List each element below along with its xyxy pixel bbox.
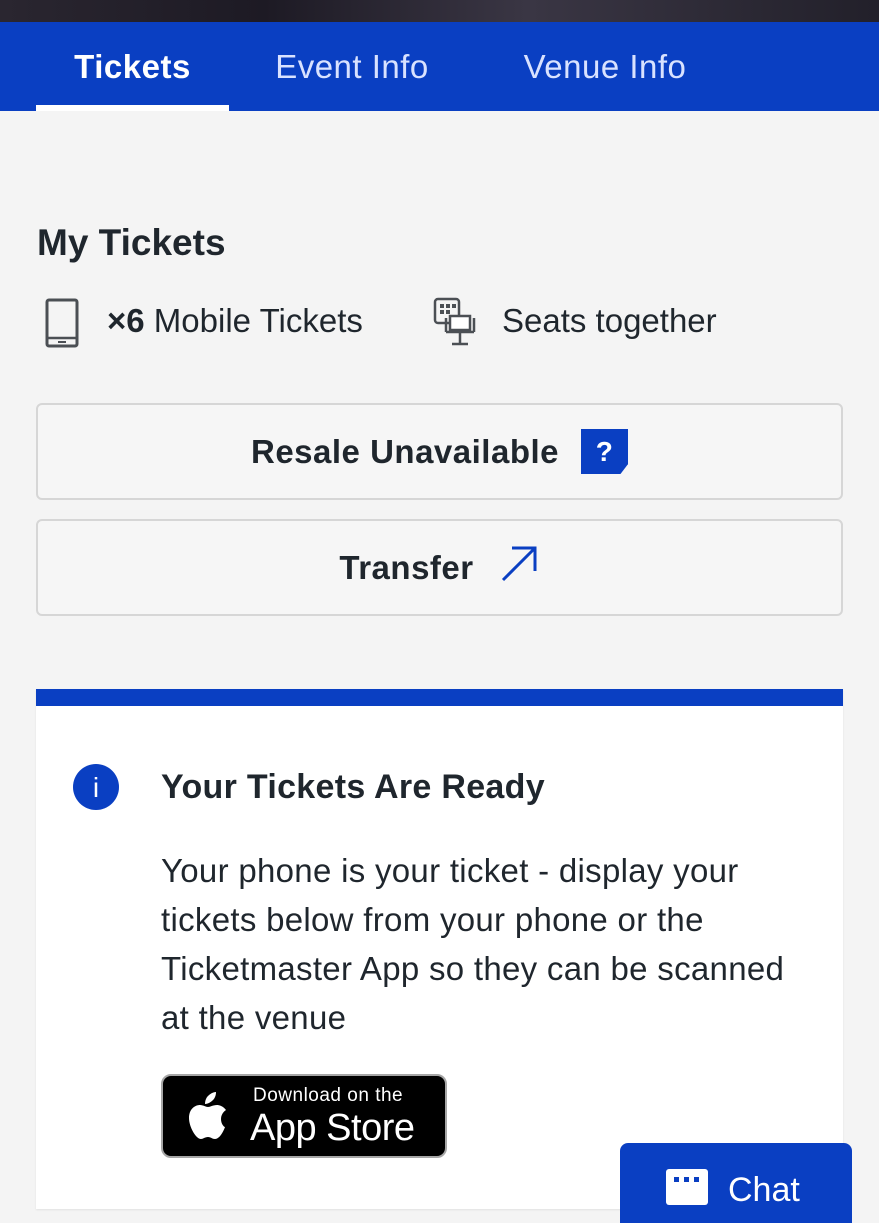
chat-icon — [666, 1169, 708, 1210]
ticket-summary: ×6 Mobile Tickets Seats together — [37, 292, 837, 350]
app-store-line1: Download on the — [253, 1085, 404, 1106]
chat-button[interactable]: Chat — [620, 1143, 852, 1223]
tickets-ready-notice: i Your Tickets Are Ready Your phone is y… — [36, 689, 843, 1209]
resale-label: Resale Unavailable — [251, 432, 559, 470]
tab-bar: Tickets Event Info Venue Info — [0, 22, 879, 111]
tab-venue-info[interactable]: Venue Info — [490, 22, 720, 111]
app-store-badge[interactable]: Download on the App Store — [161, 1074, 447, 1158]
transfer-label: Transfer — [339, 548, 474, 586]
chat-label: Chat — [728, 1171, 800, 1209]
resale-unavailable-button[interactable]: Resale Unavailable ? — [36, 403, 843, 500]
info-icon-letter: i — [93, 772, 99, 803]
ticket-quantity: ×6 — [107, 302, 145, 339]
ticket-count: ×6 Mobile Tickets — [107, 302, 363, 340]
help-icon[interactable]: ? — [581, 429, 628, 474]
seating-label: Seats together — [502, 302, 717, 339]
transfer-arrow-icon — [498, 543, 540, 593]
my-tickets-heading: My Tickets — [37, 222, 226, 263]
notice-title: Your Tickets Are Ready — [161, 768, 545, 806]
notice-body: Your phone is your ticket - display your… — [161, 852, 785, 1036]
info-icon: i — [72, 763, 120, 816]
active-tab-indicator — [36, 105, 229, 111]
mobile-phone-icon — [45, 298, 79, 353]
app-store-line2: App Store — [250, 1107, 415, 1149]
tab-event-info[interactable]: Event Info — [246, 22, 458, 111]
tab-tickets[interactable]: Tickets — [36, 22, 229, 111]
transfer-button[interactable]: Transfer — [36, 519, 843, 616]
apple-logo-icon — [183, 1090, 229, 1149]
seats-together-icon — [432, 296, 484, 355]
status-strip — [0, 0, 879, 22]
ticket-type: Mobile Tickets — [153, 302, 363, 339]
